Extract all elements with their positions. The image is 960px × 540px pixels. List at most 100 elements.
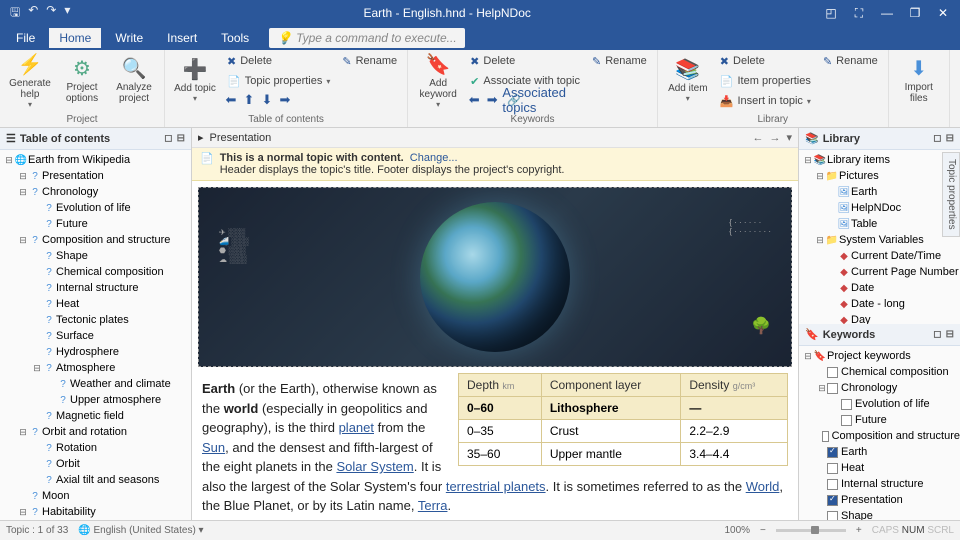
panel-pin-icon[interactable]: ◻ [933, 329, 941, 340]
add-topic-button[interactable]: ➕Add topic▾ [171, 52, 219, 110]
keyword-item[interactable]: Chemical composition [799, 364, 960, 380]
generate-help-button[interactable]: ⚡Generate help▾ [6, 52, 54, 110]
win-restore-icon[interactable]: ❐ [904, 6, 926, 21]
panel-menu-icon[interactable]: ⊟ [177, 133, 185, 144]
link-terra[interactable]: Terra [418, 498, 448, 513]
nav-fwd-icon[interactable]: → [769, 132, 780, 144]
nav-menu-icon[interactable]: ▾ [786, 131, 792, 144]
link-solar[interactable]: Solar System [336, 459, 413, 474]
panel-pin-icon[interactable]: ◻ [164, 133, 172, 144]
keyword-item[interactable]: Earth [799, 444, 960, 460]
move-left-icon[interactable]: ⬅ [223, 92, 239, 108]
tab-file[interactable]: File [6, 28, 45, 48]
library-item[interactable]: 🖼HelpNDoc [799, 200, 960, 216]
status-lang[interactable]: 🌐 English (United States) ▾ [78, 525, 203, 536]
toc-item[interactable]: ?Upper atmosphere [0, 392, 191, 408]
nav-back-icon[interactable]: ← [752, 132, 763, 144]
move-up-icon[interactable]: ⬆ [241, 92, 257, 108]
keyword-item[interactable]: Presentation [799, 492, 960, 508]
library-item[interactable]: 🖼Earth [799, 184, 960, 200]
keyword-item[interactable]: Heat [799, 460, 960, 476]
toc-item[interactable]: ?Moon [0, 488, 191, 504]
lib-properties-button[interactable]: 📄Item properties [716, 72, 815, 90]
zoom-in-icon[interactable]: + [856, 525, 862, 536]
toc-item[interactable]: ?Evolution of life [0, 200, 191, 216]
toc-item[interactable]: ?Future [0, 216, 191, 232]
move-down-icon[interactable]: ⬇ [259, 92, 275, 108]
omnibox[interactable]: 💡Type a command to execute... [269, 28, 464, 48]
toc-item[interactable]: ⊟?Composition and structure [0, 232, 191, 248]
kw-delete-button[interactable]: ✖Delete [466, 52, 584, 70]
toc-item[interactable]: ?Heat [0, 296, 191, 312]
kw-associated-button[interactable]: 🔗Associated topics [502, 92, 546, 108]
lib-delete-button[interactable]: ✖Delete [716, 52, 815, 70]
keyword-item[interactable]: ⊟Chronology [799, 380, 960, 396]
toc-tree[interactable]: ⊟🌐Earth from Wikipedia⊟?Presentation⊟?Ch… [0, 150, 191, 520]
kw-root[interactable]: ⊟🔖Project keywords [799, 348, 960, 364]
toc-item[interactable]: ⊟?Habitability [0, 504, 191, 520]
win-help-icon[interactable]: ◰ [820, 6, 842, 21]
toc-item[interactable]: ?Orbit [0, 456, 191, 472]
toc-item[interactable]: ?Hydrosphere [0, 344, 191, 360]
qat-dropdown-icon[interactable]: ▾ [64, 3, 70, 24]
qat-undo-icon[interactable]: ↶ [28, 3, 38, 24]
tab-tools[interactable]: Tools [211, 28, 259, 48]
import-files-button[interactable]: ⬇Import files [895, 52, 943, 110]
keyword-item[interactable]: Composition and structure [799, 428, 960, 444]
move-right-icon[interactable]: ➡ [277, 92, 293, 108]
library-tree[interactable]: ⊟📚Library items⊟📁Pictures🖼Earth🖼HelpNDoc… [799, 150, 960, 324]
toc-item[interactable]: ⊟?Orbit and rotation [0, 424, 191, 440]
qat-save-icon[interactable]: 🖫 [10, 3, 20, 24]
toc-item[interactable]: ⊟🌐Earth from Wikipedia [0, 152, 191, 168]
library-item[interactable]: ⊟📚Library items [799, 152, 960, 168]
toc-item[interactable]: ?Rotation [0, 440, 191, 456]
toc-delete-button[interactable]: ✖Delete [223, 52, 334, 70]
toc-properties-button[interactable]: 📄Topic properties▾ [223, 72, 334, 90]
project-options-button[interactable]: ⚙Project options [58, 52, 106, 110]
toc-item[interactable]: ⊟?Atmosphere [0, 360, 191, 376]
lib-rename-button[interactable]: ✎Rename [819, 52, 882, 70]
document-area[interactable]: ✈ ░░░🚄 ░░░⬣ ░░░☁ ░░░ { · · · · · ·{ · · … [192, 181, 798, 520]
toc-item[interactable]: ?Surface [0, 328, 191, 344]
breadcrumb-label[interactable]: Presentation [210, 132, 272, 144]
add-item-button[interactable]: 📚Add item▾ [664, 52, 712, 110]
library-item[interactable]: ◆Current Page Number [799, 264, 960, 280]
keyword-item[interactable]: Shape [799, 508, 960, 520]
sidetab-topic-properties[interactable]: Topic properties [942, 152, 960, 237]
library-item[interactable]: ◆Date [799, 280, 960, 296]
toc-item[interactable]: ?Axial tilt and seasons [0, 472, 191, 488]
kw-left-icon[interactable]: ⬅ [466, 92, 482, 108]
toc-item[interactable]: ?Tectonic plates [0, 312, 191, 328]
library-item[interactable]: ◆Current Date/Time [799, 248, 960, 264]
library-item[interactable]: ◆Day [799, 312, 960, 324]
panel-menu-icon[interactable]: ⊟ [946, 133, 954, 144]
keywords-tree[interactable]: ⊟🔖Project keywordsChemical composition⊟C… [799, 346, 960, 520]
panel-pin-icon[interactable]: ◻ [933, 133, 941, 144]
toc-item[interactable]: ?Chemical composition [0, 264, 191, 280]
library-item[interactable]: ⊟📁Pictures [799, 168, 960, 184]
toc-item[interactable]: ?Magnetic field [0, 408, 191, 424]
toc-item[interactable]: ⊟?Presentation [0, 168, 191, 184]
library-item[interactable]: ◆Date - long [799, 296, 960, 312]
kw-right-icon[interactable]: ➡ [484, 92, 500, 108]
kw-rename-button[interactable]: ✎Rename [588, 52, 651, 70]
win-minimize-icon[interactable]: — [876, 6, 898, 21]
lib-insert-button[interactable]: 📥Insert in topic▾ [716, 92, 815, 110]
tab-home[interactable]: Home [49, 28, 101, 48]
tab-write[interactable]: Write [105, 28, 153, 48]
toc-item[interactable]: ⊟?Chronology [0, 184, 191, 200]
toc-item[interactable]: ?Shape [0, 248, 191, 264]
link-planet[interactable]: planet [339, 420, 374, 435]
keyword-item[interactable]: Future [799, 412, 960, 428]
panel-menu-icon[interactable]: ⊟ [946, 329, 954, 340]
hero-image[interactable]: ✈ ░░░🚄 ░░░⬣ ░░░☁ ░░░ { · · · · · ·{ · · … [198, 187, 792, 367]
add-keyword-button[interactable]: 🔖Add keyword▾ [414, 52, 462, 110]
library-item[interactable]: ⊟📁System Variables [799, 232, 960, 248]
library-item[interactable]: 🖼Table [799, 216, 960, 232]
link-terrestrial[interactable]: terrestrial planets [446, 479, 546, 494]
toc-item[interactable]: ?Internal structure [0, 280, 191, 296]
qat-redo-icon[interactable]: ↷ [46, 3, 56, 24]
notice-change-link[interactable]: Change... [410, 152, 458, 164]
keyword-item[interactable]: Internal structure [799, 476, 960, 492]
zoom-slider[interactable] [776, 529, 846, 532]
